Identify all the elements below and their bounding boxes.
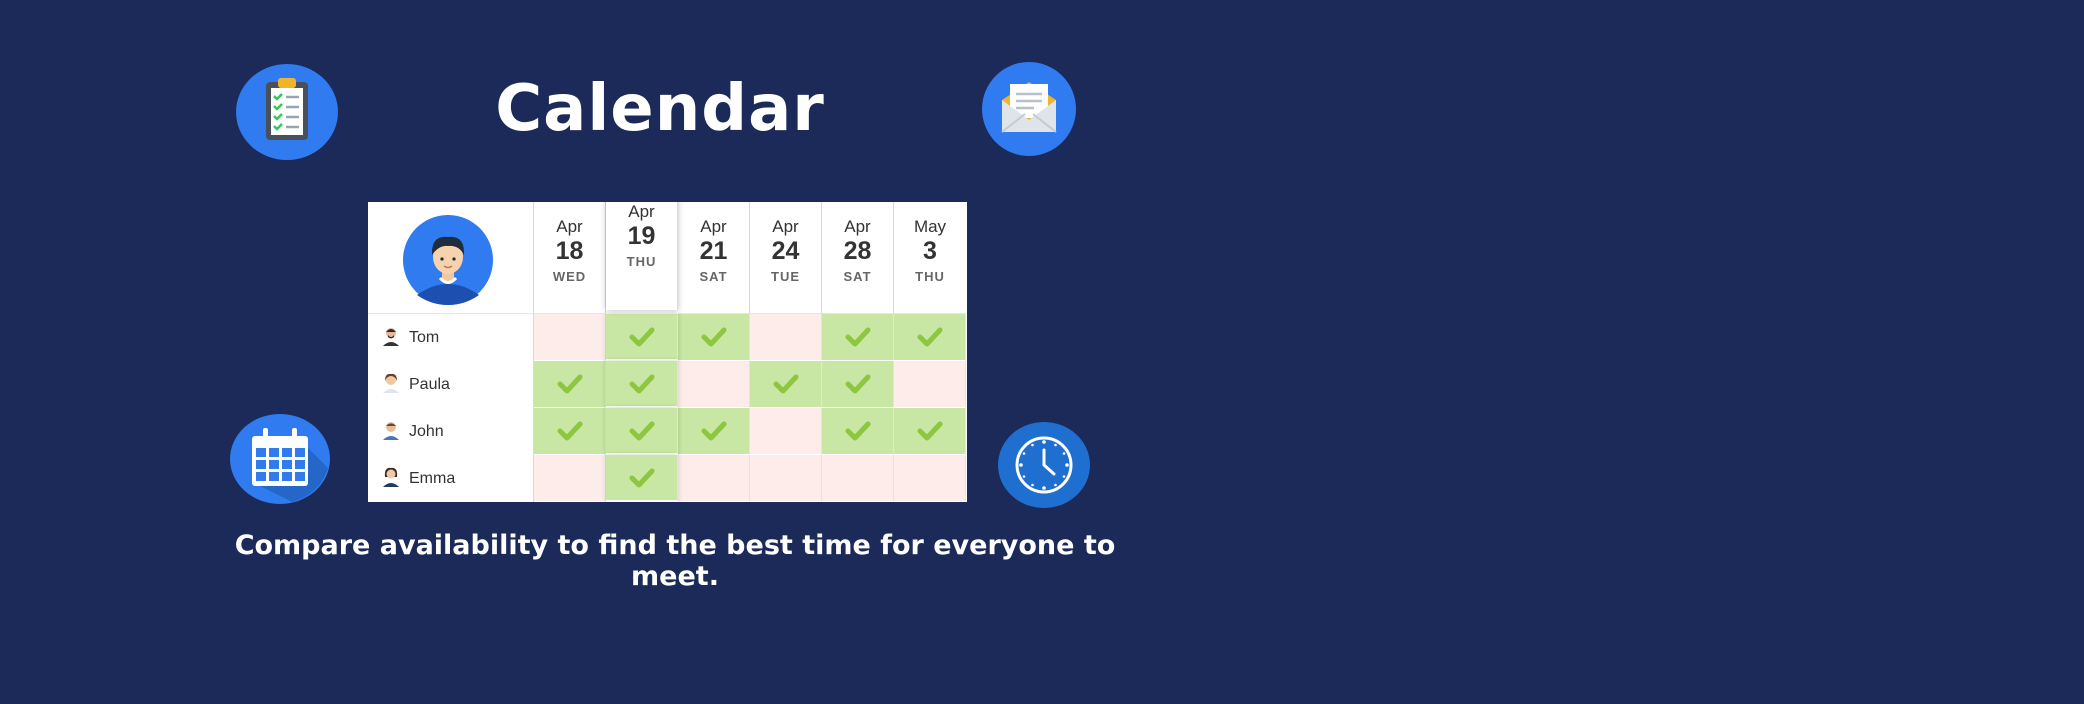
available-cell[interactable]	[822, 408, 894, 455]
unavailable-cell[interactable]	[678, 361, 750, 408]
column-day: 3	[923, 237, 937, 265]
tagline: Compare availability to find the best ti…	[234, 530, 1116, 592]
available-cell[interactable]	[606, 408, 678, 455]
column-month: Apr	[844, 217, 871, 236]
column-header: Apr 21 SAT	[678, 202, 750, 314]
unavailable-cell[interactable]	[894, 361, 966, 408]
participant-row-paula: Paula	[368, 361, 534, 408]
user-avatar-icon	[403, 215, 493, 309]
participant-name: Emma	[409, 469, 456, 487]
check-icon	[773, 374, 798, 394]
available-cell[interactable]	[894, 408, 966, 455]
unavailable-cell[interactable]	[750, 314, 822, 361]
check-icon	[629, 374, 654, 393]
check-icon	[845, 421, 870, 441]
check-icon	[917, 327, 942, 347]
page-title: Calendar	[495, 72, 825, 146]
unavailable-cell[interactable]	[534, 314, 606, 361]
column-month: Apr	[772, 217, 799, 236]
unavailable-cell[interactable]	[822, 455, 894, 502]
column-header: Apr 28 SAT	[822, 202, 894, 314]
participant-row-emma: Emma	[368, 455, 534, 502]
participant-avatar-icon	[382, 467, 400, 491]
available-cell[interactable]	[606, 361, 678, 408]
unavailable-cell[interactable]	[534, 455, 606, 502]
calendar-icon	[230, 414, 330, 504]
column-day: 28	[843, 237, 872, 265]
available-cell[interactable]	[750, 361, 822, 408]
check-icon	[557, 421, 582, 441]
unavailable-cell[interactable]	[750, 455, 822, 502]
check-icon	[629, 421, 654, 440]
column-header-highlighted: Apr 19 THU	[606, 202, 678, 310]
grid-header-user	[368, 202, 534, 314]
participant-avatar-icon	[382, 420, 400, 444]
check-icon	[845, 374, 870, 394]
participant-avatar-icon	[382, 373, 400, 397]
column-day: 21	[699, 237, 728, 265]
available-cell[interactable]	[534, 408, 606, 455]
check-icon	[701, 327, 726, 347]
column-weekday: TUE	[771, 269, 800, 284]
check-icon	[845, 327, 870, 347]
available-cell[interactable]	[678, 408, 750, 455]
unavailable-cell[interactable]	[750, 408, 822, 455]
available-cell[interactable]	[534, 361, 606, 408]
available-cell[interactable]	[606, 314, 678, 361]
availability-grid: Apr 18 WED Apr 19 THU Apr 21 SAT Apr 24 …	[368, 202, 967, 502]
available-cell[interactable]	[822, 361, 894, 408]
column-weekday: WED	[552, 269, 587, 284]
column-day: 19	[627, 222, 656, 250]
participant-row-john: John	[368, 408, 534, 455]
column-month: Apr	[628, 202, 655, 221]
participant-row-tom: Tom	[368, 314, 534, 361]
participant-name: Paula	[409, 375, 450, 393]
column-month: Apr	[700, 217, 727, 236]
check-icon	[701, 421, 726, 441]
unavailable-cell[interactable]	[894, 455, 966, 502]
column-day: 24	[771, 237, 800, 265]
clipboard-icon	[236, 64, 338, 160]
column-header: Apr 24 TUE	[750, 202, 822, 314]
envelope-icon	[982, 62, 1076, 156]
participant-name: John	[409, 422, 444, 440]
participant-name: Tom	[409, 328, 440, 346]
available-cell[interactable]	[678, 314, 750, 361]
column-weekday: SAT	[843, 269, 872, 284]
column-weekday: SAT	[699, 269, 728, 284]
column-header: May 3 THU	[894, 202, 966, 314]
column-month: Apr	[556, 217, 583, 236]
clock-icon	[998, 422, 1090, 508]
available-cell[interactable]	[606, 455, 678, 502]
available-cell[interactable]	[822, 314, 894, 361]
column-weekday: THU	[915, 269, 945, 284]
column-month: May	[913, 217, 947, 236]
column-day: 18	[555, 237, 584, 265]
check-icon	[629, 327, 654, 346]
column-weekday: THU	[626, 254, 657, 269]
available-cell[interactable]	[894, 314, 966, 361]
check-icon	[557, 374, 582, 394]
check-icon	[629, 468, 654, 487]
participant-avatar-icon	[382, 326, 400, 350]
column-header: Apr 18 WED	[534, 202, 606, 314]
unavailable-cell[interactable]	[678, 455, 750, 502]
check-icon	[917, 421, 942, 441]
